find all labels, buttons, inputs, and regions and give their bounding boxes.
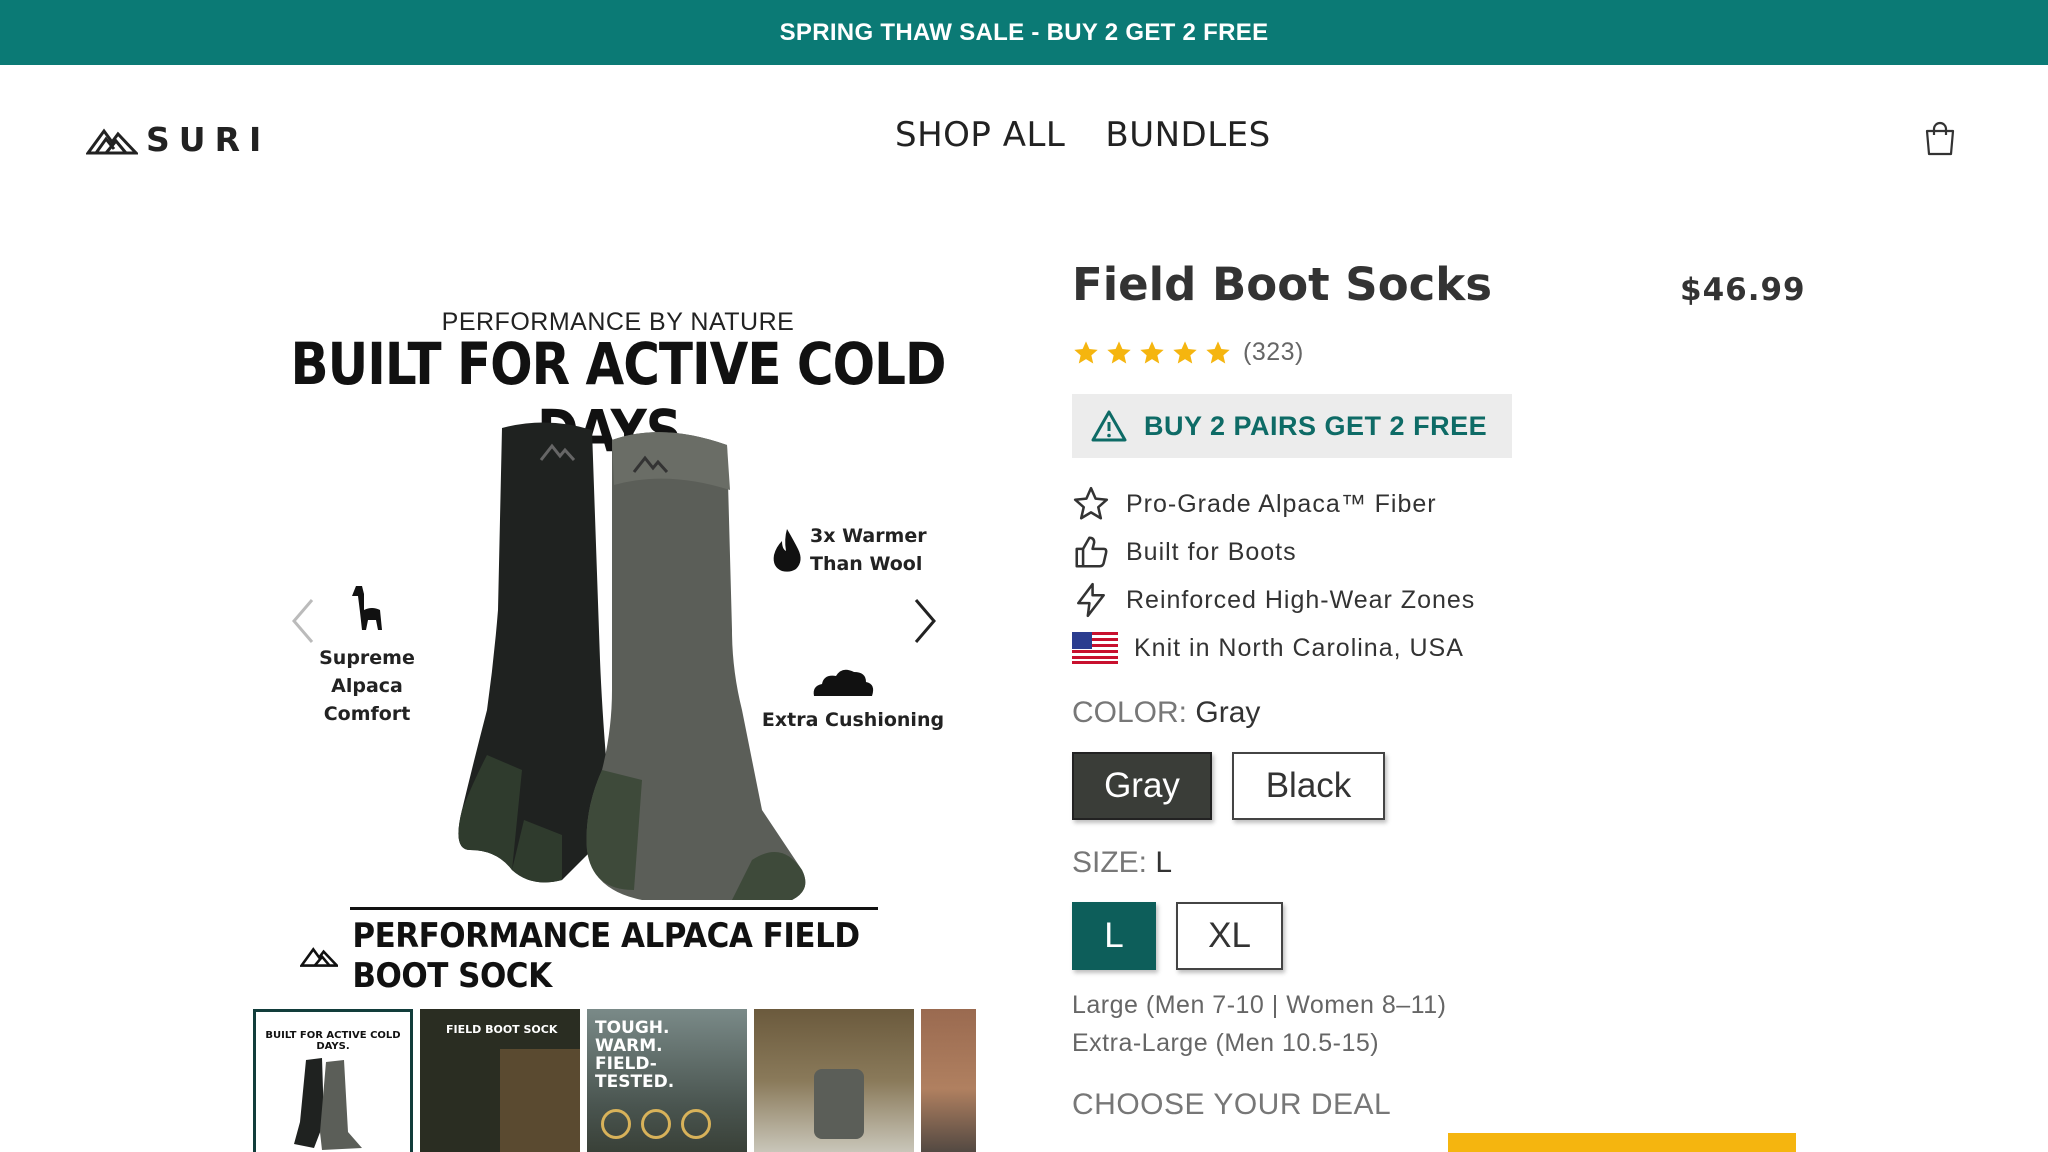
promo-text: BUY 2 PAIRS GET 2 FREE	[1144, 410, 1488, 441]
size-guide-xl: Extra-Large (Men 10.5-15)	[1072, 1029, 1380, 1057]
warning-icon	[1091, 410, 1127, 442]
size-option-l[interactable]: L	[1072, 902, 1156, 970]
thumbnail-3[interactable]: TOUGH. WARM. FIELD-TESTED.	[587, 1009, 747, 1152]
alpaca-icon	[352, 586, 382, 630]
star-icon	[1206, 340, 1230, 363]
feature-alpaca-line1: Supreme Alpaca	[319, 647, 415, 697]
feature-alpaca-line2: Comfort	[323, 703, 411, 725]
size-selected-value: L	[1155, 846, 1173, 879]
lightning-icon	[1077, 582, 1105, 618]
announcement-text: SPRING THAW SALE - BUY 2 GET 2 FREE	[779, 18, 1269, 46]
thumbnail-4-photo	[814, 1069, 864, 1139]
feature-item: Built for Boots	[1072, 528, 1475, 576]
feature-text: Pro-Grade Alpaca™ Fiber	[1126, 489, 1437, 518]
site-header: SURI SHOP ALL BUNDLES	[0, 65, 2048, 210]
review-count: (323)	[1243, 338, 1304, 366]
thumbnail-2-title: FIELD BOOT SOCK	[446, 1023, 558, 1036]
product-price: $46.99	[1680, 272, 1806, 308]
thumbnail-strip: BUILT FOR ACTIVE COLD DAYS. FIELD BOOT S…	[253, 1009, 976, 1152]
color-selected-value: Gray	[1195, 696, 1261, 729]
feature-cushioning: Extra Cushioning	[761, 709, 945, 731]
thumbnail-1[interactable]: BUILT FOR ACTIVE COLD DAYS.	[253, 1009, 413, 1152]
size-option-xl[interactable]: XL	[1176, 902, 1283, 970]
feature-item: Knit in North Carolina, USA	[1072, 624, 1475, 672]
feature-text: Knit in North Carolina, USA	[1134, 633, 1464, 662]
feature-text: Reinforced High-Wear Zones	[1126, 585, 1476, 614]
image-divider	[350, 907, 878, 910]
main-nav: SHOP ALL BUNDLES	[895, 115, 1271, 155]
size-guide: Large (Men 7-10 | Women 8–11) Extra-Larg…	[1072, 986, 1446, 1062]
image-footer: PERFORMANCE ALPACA FIELD BOOT SOCK	[300, 916, 950, 996]
star-icon	[1074, 340, 1098, 363]
announcement-bar: SPRING THAW SALE - BUY 2 GET 2 FREE	[0, 0, 2048, 65]
thumbnail-3-title: TOUGH. WARM. FIELD-TESTED.	[595, 1018, 675, 1092]
thumbnail-2[interactable]: FIELD BOOT SOCK	[420, 1009, 580, 1152]
thumbnail-5[interactable]	[921, 1009, 976, 1152]
feature-text: Built for Boots	[1126, 537, 1297, 566]
feature-list: Pro-Grade Alpaca™ Fiber Built for Boots …	[1072, 480, 1475, 672]
size-label: SIZE: L	[1072, 846, 1172, 880]
logo-text: SURI	[146, 120, 271, 159]
thumbnail-3-stats	[601, 1109, 711, 1139]
color-option-black[interactable]: Black	[1232, 752, 1385, 820]
feature-item: Reinforced High-Wear Zones	[1072, 576, 1475, 624]
cloud-icon	[813, 669, 874, 696]
feature-warmer: 3x Warmer Than Wool	[810, 522, 940, 578]
color-option-gray[interactable]: Gray	[1072, 752, 1212, 820]
thumbs-up-icon	[1075, 536, 1108, 568]
socks-thumbnail	[294, 1058, 362, 1150]
mountain-logo-icon	[86, 127, 138, 154]
deal-option-button[interactable]	[1448, 1133, 1796, 1152]
nav-bundles[interactable]: BUNDLES	[1105, 115, 1270, 155]
mountain-logo-icon	[300, 947, 339, 967]
star-icon	[1140, 340, 1164, 363]
promo-banner: BUY 2 PAIRS GET 2 FREE	[1072, 394, 1512, 458]
thumbnail-2-photo	[500, 1049, 580, 1152]
product-title: Field Boot Socks	[1072, 258, 1493, 311]
thumbnail-4[interactable]	[754, 1009, 914, 1152]
color-label-text: COLOR:	[1072, 696, 1188, 729]
feature-warmer-line2: Than Wool	[810, 553, 923, 575]
size-guide-large: Large (Men 7-10 | Women 8–11)	[1072, 991, 1447, 1019]
cart-icon[interactable]	[1922, 121, 1958, 157]
nav-shop-all[interactable]: SHOP ALL	[895, 115, 1065, 155]
image-footer-text: PERFORMANCE ALPACA FIELD BOOT SOCK	[352, 916, 860, 996]
color-label: COLOR: Gray	[1072, 696, 1260, 730]
chevron-left-icon[interactable]	[288, 596, 318, 646]
size-label-text: SIZE:	[1072, 846, 1148, 879]
star-outline-icon	[1073, 486, 1109, 520]
feature-warmer-line1: 3x Warmer	[810, 525, 927, 547]
logo[interactable]: SURI	[86, 120, 270, 159]
star-icon	[1107, 340, 1131, 363]
chevron-right-icon[interactable]	[910, 596, 940, 646]
us-flag-icon	[1072, 632, 1118, 664]
feature-item: Pro-Grade Alpaca™ Fiber	[1072, 480, 1475, 528]
main-product-image[interactable]: PERFORMANCE BY NATURE BUILT FOR ACTIVE C…	[262, 280, 974, 996]
thumbnail-1-title: BUILT FOR ACTIVE COLD DAYS.	[265, 1030, 401, 1052]
deal-label: CHOOSE YOUR DEAL	[1072, 1088, 1392, 1121]
star-icon	[1173, 340, 1197, 363]
product-rating[interactable]: (323)	[1072, 338, 1304, 367]
flame-icon	[773, 529, 801, 572]
feature-alpaca: Supreme Alpaca Comfort	[282, 644, 452, 728]
